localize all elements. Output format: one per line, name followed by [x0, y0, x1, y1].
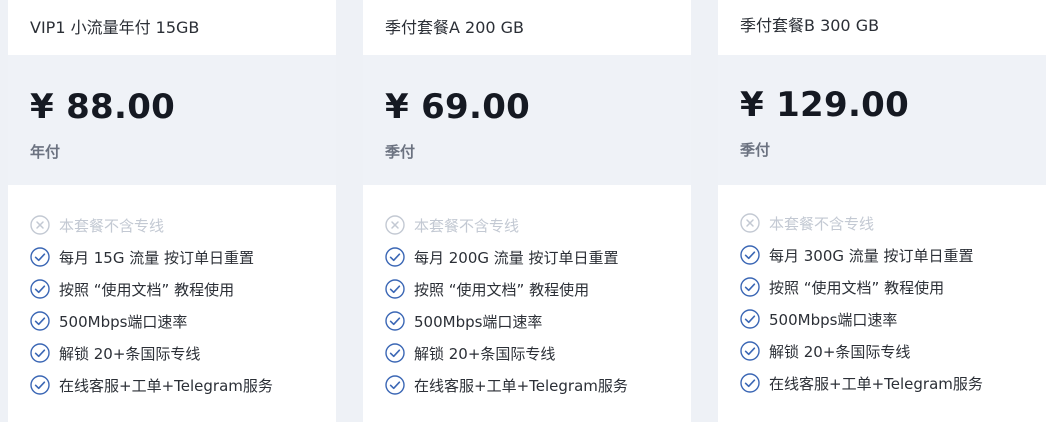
feature-item: 解锁 20+条国际专线 — [30, 337, 336, 369]
feature-list: 本套餐不含专线 每月 200G 流量 按订单日重置 按照 “使用文档” 教程使用… — [363, 185, 691, 401]
feature-item: 本套餐不含专线 — [385, 209, 691, 241]
feature-text: 在线客服+工单+Telegram服务 — [414, 376, 628, 395]
feature-item: 每月 15G 流量 按订单日重置 — [30, 241, 336, 273]
billing-period: 季付 — [740, 141, 771, 159]
feature-item: 解锁 20+条国际专线 — [385, 337, 691, 369]
feature-list: 本套餐不含专线 每月 300G 流量 按订单日重置 按照 “使用文档” 教程使用… — [718, 185, 1046, 399]
feature-item: 每月 200G 流量 按订单日重置 — [385, 241, 691, 273]
feature-text: 500Mbps端口速率 — [59, 312, 188, 331]
billing-period: 年付 — [30, 143, 61, 161]
plan-title: 季付套餐A 200 GB — [385, 18, 525, 37]
check-circle-icon — [30, 375, 50, 395]
feature-text: 本套餐不含专线 — [59, 216, 165, 235]
plan-title: VIP1 小流量年付 15GB — [30, 18, 200, 37]
billing-period: 季付 — [385, 143, 416, 161]
check-circle-icon — [740, 309, 760, 329]
feature-item: 500Mbps端口速率 — [385, 305, 691, 337]
feature-text: 解锁 20+条国际专线 — [414, 344, 556, 363]
feature-item: 按照 “使用文档” 教程使用 — [740, 271, 1046, 303]
feature-item: 500Mbps端口速率 — [30, 305, 336, 337]
check-circle-icon — [385, 247, 405, 267]
feature-text: 每月 15G 流量 按订单日重置 — [59, 248, 255, 267]
check-circle-icon — [740, 341, 760, 361]
plan-cards: VIP1 小流量年付 15GB ¥ 88.00 年付 本套餐不含专线 每月 15… — [0, 0, 1046, 422]
plan-card-quarterly-a[interactable]: 季付套餐A 200 GB ¥ 69.00 季付 本套餐不含专线 每月 200G … — [363, 0, 691, 422]
feature-text: 500Mbps端口速率 — [414, 312, 543, 331]
feature-item: 本套餐不含专线 — [30, 209, 336, 241]
feature-item: 按照 “使用文档” 教程使用 — [30, 273, 336, 305]
feature-text: 解锁 20+条国际专线 — [59, 344, 201, 363]
feature-item: 500Mbps端口速率 — [740, 303, 1046, 335]
check-circle-icon — [30, 311, 50, 331]
feature-text: 按照 “使用文档” 教程使用 — [59, 280, 235, 299]
feature-item: 在线客服+工单+Telegram服务 — [385, 369, 691, 401]
plan-title: 季付套餐B 300 GB — [740, 16, 880, 35]
check-circle-icon — [30, 343, 50, 363]
x-circle-icon — [740, 213, 760, 233]
plan-card-vip1[interactable]: VIP1 小流量年付 15GB ¥ 88.00 年付 本套餐不含专线 每月 15… — [8, 0, 336, 422]
feature-text: 本套餐不含专线 — [414, 216, 520, 235]
check-circle-icon — [740, 245, 760, 265]
feature-text: 每月 200G 流量 按订单日重置 — [414, 248, 619, 267]
feature-text: 每月 300G 流量 按订单日重置 — [769, 246, 974, 265]
feature-text: 按照 “使用文档” 教程使用 — [769, 278, 945, 297]
check-circle-icon — [385, 343, 405, 363]
check-circle-icon — [30, 247, 50, 267]
feature-item: 按照 “使用文档” 教程使用 — [385, 273, 691, 305]
x-circle-icon — [385, 215, 405, 235]
check-circle-icon — [385, 311, 405, 331]
x-circle-icon — [30, 215, 50, 235]
feature-text: 按照 “使用文档” 教程使用 — [414, 280, 590, 299]
feature-item: 本套餐不含专线 — [740, 207, 1046, 239]
feature-item: 解锁 20+条国际专线 — [740, 335, 1046, 367]
feature-item: 在线客服+工单+Telegram服务 — [740, 367, 1046, 399]
feature-item: 每月 300G 流量 按订单日重置 — [740, 239, 1046, 271]
plan-price: ¥ 88.00 — [30, 87, 176, 127]
feature-text: 在线客服+工单+Telegram服务 — [769, 374, 983, 393]
check-circle-icon — [385, 279, 405, 299]
feature-text: 500Mbps端口速率 — [769, 310, 898, 329]
feature-list: 本套餐不含专线 每月 15G 流量 按订单日重置 按照 “使用文档” 教程使用 … — [8, 185, 336, 401]
feature-item: 在线客服+工单+Telegram服务 — [30, 369, 336, 401]
feature-text: 在线客服+工单+Telegram服务 — [59, 376, 273, 395]
check-circle-icon — [385, 375, 405, 395]
price-block: ¥ 88.00 年付 — [8, 55, 336, 185]
feature-text: 解锁 20+条国际专线 — [769, 342, 911, 361]
plan-price: ¥ 69.00 — [385, 87, 531, 127]
feature-text: 本套餐不含专线 — [769, 214, 875, 233]
check-circle-icon — [30, 279, 50, 299]
plan-card-quarterly-b[interactable]: 季付套餐B 300 GB ¥ 129.00 季付 本套餐不含专线 每月 300G… — [718, 0, 1046, 422]
price-block: ¥ 69.00 季付 — [363, 55, 691, 185]
price-block: ¥ 129.00 季付 — [718, 55, 1046, 185]
plan-price: ¥ 129.00 — [740, 85, 910, 125]
check-circle-icon — [740, 373, 760, 393]
check-circle-icon — [740, 277, 760, 297]
